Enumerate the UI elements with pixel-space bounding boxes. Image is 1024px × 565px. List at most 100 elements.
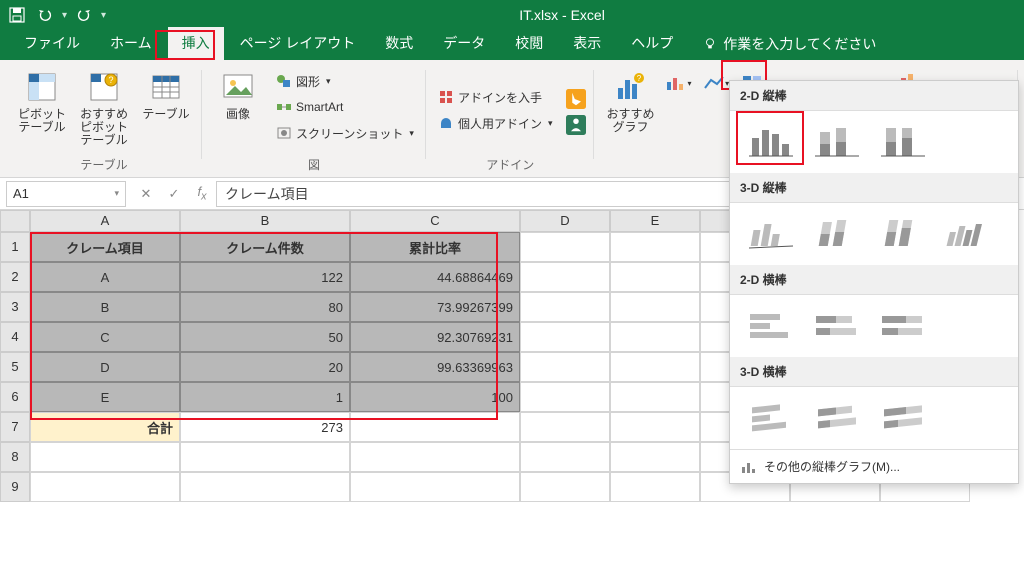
cell[interactable] <box>520 442 610 472</box>
cell[interactable]: 100 <box>350 382 520 412</box>
name-box[interactable]: A1▾ <box>6 181 126 207</box>
tab-pagelayout[interactable]: ページ レイアウト <box>226 27 370 60</box>
cell[interactable] <box>350 442 520 472</box>
col-header[interactable]: E <box>610 210 700 232</box>
clustered-column-2d-button[interactable] <box>740 119 802 165</box>
cell[interactable]: C <box>30 322 180 352</box>
get-addins-button[interactable]: アドインを入手 <box>434 86 557 108</box>
stacked-column-3d-button[interactable] <box>806 211 868 257</box>
cell[interactable]: クレーム項目 <box>30 232 180 262</box>
cell[interactable]: 50 <box>180 322 350 352</box>
cell[interactable] <box>350 472 520 502</box>
recommended-charts-button[interactable]: ? おすすめ グラフ <box>602 68 658 134</box>
row-header[interactable]: 9 <box>0 472 30 502</box>
cell[interactable]: 44.68864469 <box>350 262 520 292</box>
cell[interactable] <box>520 262 610 292</box>
cell[interactable]: 80 <box>180 292 350 322</box>
cancel-icon[interactable]: ✕ <box>132 181 160 207</box>
select-all-corner[interactable] <box>0 210 30 232</box>
cell[interactable]: B <box>30 292 180 322</box>
cell[interactable]: D <box>30 352 180 382</box>
my-addins-button[interactable]: 個人用アドイン▾ <box>434 112 557 134</box>
stacked100-bar-2d-button[interactable] <box>872 303 934 349</box>
cell[interactable] <box>610 262 700 292</box>
cell[interactable] <box>350 412 520 442</box>
stacked100-column-2d-button[interactable] <box>872 119 934 165</box>
tell-me-box[interactable]: 作業を入力してください <box>703 34 876 60</box>
col-header[interactable]: B <box>180 210 350 232</box>
stacked100-column-3d-button[interactable] <box>872 211 934 257</box>
tab-view[interactable]: 表示 <box>559 27 615 60</box>
bing-maps-button[interactable] <box>562 86 586 108</box>
cell[interactable]: A <box>30 262 180 292</box>
people-graph-button[interactable] <box>562 112 586 134</box>
stacked-bar-2d-button[interactable] <box>806 303 868 349</box>
cell[interactable]: 20 <box>180 352 350 382</box>
row-header[interactable]: 3 <box>0 292 30 322</box>
row-header[interactable]: 4 <box>0 322 30 352</box>
cell[interactable] <box>610 232 700 262</box>
cell[interactable]: 99.63369963 <box>350 352 520 382</box>
table-button[interactable]: テーブル <box>138 68 194 121</box>
undo-icon[interactable] <box>34 4 56 26</box>
tab-data[interactable]: データ <box>429 27 499 60</box>
cell[interactable] <box>520 292 610 322</box>
row-header[interactable]: 6 <box>0 382 30 412</box>
enter-icon[interactable]: ✓ <box>160 181 188 207</box>
cell[interactable]: E <box>30 382 180 412</box>
recommended-pivot-button[interactable]: ? おすすめ ピボットテーブル <box>76 68 132 148</box>
clustered-column-3d-button[interactable] <box>740 211 802 257</box>
cell[interactable] <box>520 232 610 262</box>
row-header[interactable]: 5 <box>0 352 30 382</box>
cell[interactable] <box>610 352 700 382</box>
column-chart-button[interactable]: ▾ <box>664 72 692 94</box>
cell[interactable] <box>610 322 700 352</box>
redo-icon[interactable] <box>73 4 95 26</box>
pivot-table-button[interactable]: ピボット テーブル <box>14 68 70 134</box>
cell[interactable]: 273 <box>180 412 350 442</box>
shapes-button[interactable]: 図形▾ <box>272 70 418 92</box>
row-header[interactable]: 2 <box>0 262 30 292</box>
cell[interactable] <box>180 442 350 472</box>
cell[interactable]: 合計 <box>30 412 180 442</box>
tab-file[interactable]: ファイル <box>10 27 94 60</box>
cell[interactable] <box>610 292 700 322</box>
clustered-bar-3d-button[interactable] <box>740 395 802 441</box>
cell[interactable] <box>30 472 180 502</box>
col-header[interactable]: D <box>520 210 610 232</box>
column-3d-button[interactable] <box>938 211 1000 257</box>
qat-dropdown-icon[interactable]: ▾ <box>62 10 67 21</box>
stacked-bar-3d-button[interactable] <box>806 395 868 441</box>
row-header[interactable]: 8 <box>0 442 30 472</box>
cell[interactable] <box>180 472 350 502</box>
smartart-button[interactable]: SmartArt <box>272 96 418 118</box>
tab-review[interactable]: 校閲 <box>501 27 557 60</box>
cell[interactable]: 累計比率 <box>350 232 520 262</box>
screenshot-button[interactable]: スクリーンショット▾ <box>272 122 418 144</box>
cell[interactable] <box>610 472 700 502</box>
cell[interactable] <box>520 412 610 442</box>
clustered-bar-2d-button[interactable] <box>740 303 802 349</box>
stacked-column-2d-button[interactable] <box>806 119 868 165</box>
cell[interactable] <box>520 352 610 382</box>
cell[interactable] <box>610 382 700 412</box>
cell[interactable]: 1 <box>180 382 350 412</box>
col-header[interactable]: C <box>350 210 520 232</box>
tab-help[interactable]: ヘルプ <box>617 27 687 60</box>
row-header[interactable]: 1 <box>0 232 30 262</box>
cell[interactable] <box>520 322 610 352</box>
cell[interactable] <box>520 382 610 412</box>
cell[interactable]: 92.30769231 <box>350 322 520 352</box>
row-header[interactable]: 7 <box>0 412 30 442</box>
tab-formulas[interactable]: 数式 <box>371 27 427 60</box>
cell[interactable]: 122 <box>180 262 350 292</box>
save-icon[interactable] <box>6 4 28 26</box>
cell[interactable]: 73.99267399 <box>350 292 520 322</box>
stacked100-bar-3d-button[interactable] <box>872 395 934 441</box>
pictures-button[interactable]: 画像 <box>210 68 266 121</box>
more-column-charts-button[interactable]: その他の縦棒グラフ(M)... <box>730 449 1018 483</box>
cell[interactable] <box>610 442 700 472</box>
tab-home[interactable]: ホーム <box>96 27 166 60</box>
tab-insert[interactable]: 挿入 <box>168 27 224 60</box>
cell[interactable] <box>520 472 610 502</box>
